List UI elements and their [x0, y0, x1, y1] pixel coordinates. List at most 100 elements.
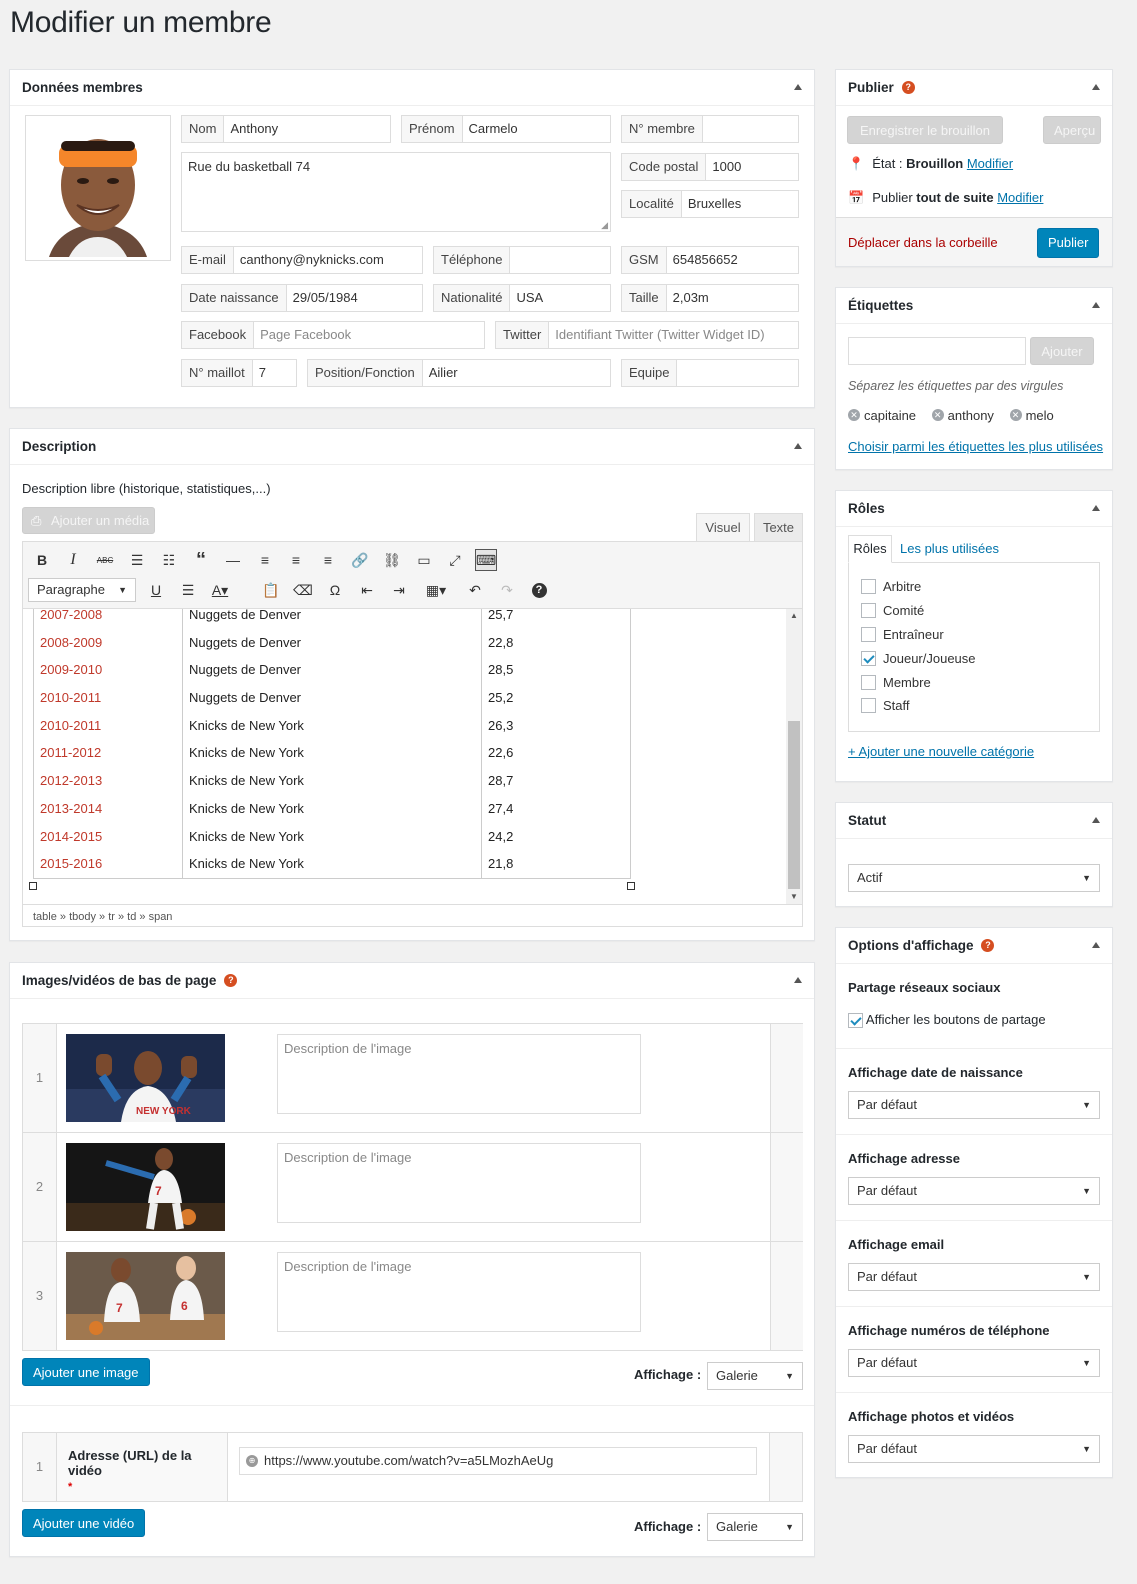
season-cell[interactable]: 2010-2011 — [34, 711, 183, 740]
scroll-thumb[interactable] — [788, 721, 800, 889]
collapse-arrow-icon[interactable] — [1092, 817, 1100, 823]
team-cell[interactable]: Nuggets de Denver — [183, 628, 482, 657]
resize-handle-icon[interactable] — [29, 882, 37, 890]
collapse-arrow-icon[interactable] — [794, 84, 802, 90]
tab-all-roles[interactable]: Rôles — [848, 535, 892, 563]
numero-field[interactable]: N° membre — [621, 115, 799, 143]
points-cell[interactable]: 27,4 — [482, 795, 630, 823]
nationalite-input[interactable]: USA — [510, 285, 610, 311]
bold-icon[interactable]: B — [31, 549, 53, 571]
email-field[interactable]: E-mail canthony@nyknicks.com — [181, 246, 423, 274]
tab-most-used[interactable]: Les plus utilisées — [900, 541, 999, 556]
gsm-field[interactable]: GSM 654856652 — [621, 246, 799, 274]
toolbar-toggle-icon[interactable]: ⌨ — [475, 549, 497, 571]
facebook-field[interactable]: Facebook Page Facebook — [181, 321, 485, 349]
team-cell[interactable]: Nuggets de Denver — [183, 609, 482, 629]
role-item[interactable]: Staff — [849, 694, 1099, 718]
align-center-icon[interactable]: ≡ — [285, 549, 307, 571]
prenom-field[interactable]: Prénom Carmelo — [401, 115, 611, 143]
help-icon[interactable]: ? — [901, 81, 915, 94]
collapse-arrow-icon[interactable] — [1092, 942, 1100, 948]
add-category-link[interactable]: + Ajouter une nouvelle catégorie — [848, 744, 1034, 759]
date-naissance-field[interactable]: Date naissance 29/05/1984 — [181, 284, 423, 312]
season-cell[interactable]: 2010-2011 — [34, 684, 183, 712]
tag-input[interactable] — [848, 337, 1026, 365]
undo-icon[interactable]: ↶ — [464, 579, 486, 601]
description-header[interactable]: Description — [10, 429, 814, 465]
player-image-3[interactable]: 7 6 — [66, 1252, 225, 1340]
equipe-field[interactable]: Equipe — [621, 359, 799, 387]
prenom-input[interactable]: Carmelo — [463, 116, 610, 142]
image-description-input[interactable]: Description de l'image — [277, 1034, 641, 1114]
code-postal-input[interactable]: 1000 — [706, 154, 798, 180]
remove-tag-icon[interactable]: ✕ — [848, 409, 860, 421]
display-section-select[interactable]: Par défaut ▼ — [848, 1091, 1100, 1119]
season-cell[interactable]: 2014-2015 — [34, 822, 183, 851]
link-icon[interactable]: 🔗 — [349, 549, 371, 571]
gsm-input[interactable]: 654856652 — [667, 247, 798, 273]
points-cell[interactable]: 21,8 — [482, 850, 630, 878]
display-section-select[interactable]: Par défaut ▼ — [848, 1349, 1100, 1377]
add-media-button[interactable]: ⎙ Ajouter un média — [22, 507, 155, 534]
position-input[interactable]: Ailier — [423, 360, 610, 386]
tab-visual[interactable]: Visuel — [696, 513, 750, 541]
align-right-icon[interactable]: ≡ — [317, 549, 339, 571]
player-image-2[interactable]: 7 — [66, 1143, 225, 1231]
remove-tag-icon[interactable]: ✕ — [1009, 409, 1022, 421]
row-handle[interactable] — [769, 1433, 802, 1501]
collapse-arrow-icon[interactable] — [1092, 505, 1100, 511]
tags-header[interactable]: Étiquettes — [836, 288, 1112, 324]
taille-field[interactable]: Taille 2,03m — [621, 284, 799, 312]
player-image-1[interactable]: NEW YORK — [66, 1034, 225, 1122]
outdent-icon[interactable]: ⇤ — [356, 579, 378, 601]
member-data-header[interactable]: Données membres — [10, 70, 814, 106]
season-cell[interactable]: 2009-2010 — [34, 656, 183, 685]
preview-button[interactable]: Aperçu — [1043, 116, 1101, 144]
season-cell[interactable]: 2013-2014 — [34, 794, 183, 823]
twitter-input[interactable]: Identifiant Twitter (Twitter Widget ID) — [549, 322, 798, 348]
season-cell[interactable]: 2011-2012 — [34, 739, 183, 768]
resize-handle-icon[interactable]: ◢ — [601, 220, 608, 231]
display-section-select[interactable]: Par défaut ▼ — [848, 1177, 1100, 1205]
role-checkbox[interactable] — [861, 626, 876, 642]
points-cell[interactable]: 24,2 — [482, 823, 630, 851]
localite-field[interactable]: Localité Bruxelles — [621, 190, 799, 218]
quote-icon[interactable]: “ — [190, 549, 212, 571]
points-cell[interactable]: 28,5 — [482, 656, 630, 684]
role-item[interactable]: Joueur/Joueuse — [849, 646, 1099, 670]
role-item[interactable]: Entraîneur — [849, 623, 1099, 647]
season-cell[interactable]: 2008-2009 — [34, 628, 183, 657]
unlink-icon[interactable]: ⛓ — [381, 549, 403, 571]
role-item[interactable]: Comité — [849, 599, 1099, 623]
nom-input[interactable]: Anthony — [224, 116, 390, 142]
team-cell[interactable]: Knicks de New York — [183, 850, 482, 878]
video-display-select[interactable]: Galerie ▼ — [707, 1513, 803, 1541]
twitter-field[interactable]: Twitter Identifiant Twitter (Twitter Widg… — [495, 321, 799, 349]
clear-format-icon[interactable]: ⌫ — [292, 579, 314, 601]
points-cell[interactable]: 26,3 — [482, 712, 630, 740]
display-section-select[interactable]: Par défaut ▼ — [848, 1435, 1100, 1463]
collapse-arrow-icon[interactable] — [1092, 302, 1100, 308]
role-checkbox[interactable] — [861, 650, 876, 666]
role-checkbox[interactable] — [861, 674, 876, 690]
share-checkbox[interactable] — [848, 1013, 863, 1029]
status-header[interactable]: Statut — [836, 803, 1112, 839]
email-input[interactable]: canthony@nyknicks.com — [234, 247, 422, 273]
collapse-arrow-icon[interactable] — [1092, 84, 1100, 90]
team-cell[interactable]: Knicks de New York — [183, 711, 482, 740]
season-cell[interactable]: 2012-2013 — [34, 767, 183, 795]
points-cell[interactable]: 22,6 — [482, 739, 630, 767]
role-checkbox[interactable] — [861, 603, 876, 619]
image-description-input[interactable]: Description de l'image — [277, 1252, 641, 1332]
help-icon[interactable]: ? — [528, 579, 550, 601]
text-color-icon[interactable]: A▾ — [209, 579, 231, 601]
roles-header[interactable]: Rôles — [836, 491, 1112, 527]
editor-content[interactable]: 2007-2008 Nuggets de Denver 25,7 2008-2009 N… — [23, 609, 785, 904]
display-section-select[interactable]: Par défaut ▼ — [848, 1263, 1100, 1291]
underline-icon[interactable]: U — [145, 579, 167, 601]
bullet-list-icon[interactable]: ☰ — [126, 549, 148, 571]
numero-input[interactable] — [703, 116, 798, 142]
address-textarea[interactable]: Rue du basketball 74 ◢ — [181, 152, 611, 232]
member-photo[interactable] — [25, 115, 171, 261]
code-postal-field[interactable]: Code postal 1000 — [621, 153, 799, 181]
